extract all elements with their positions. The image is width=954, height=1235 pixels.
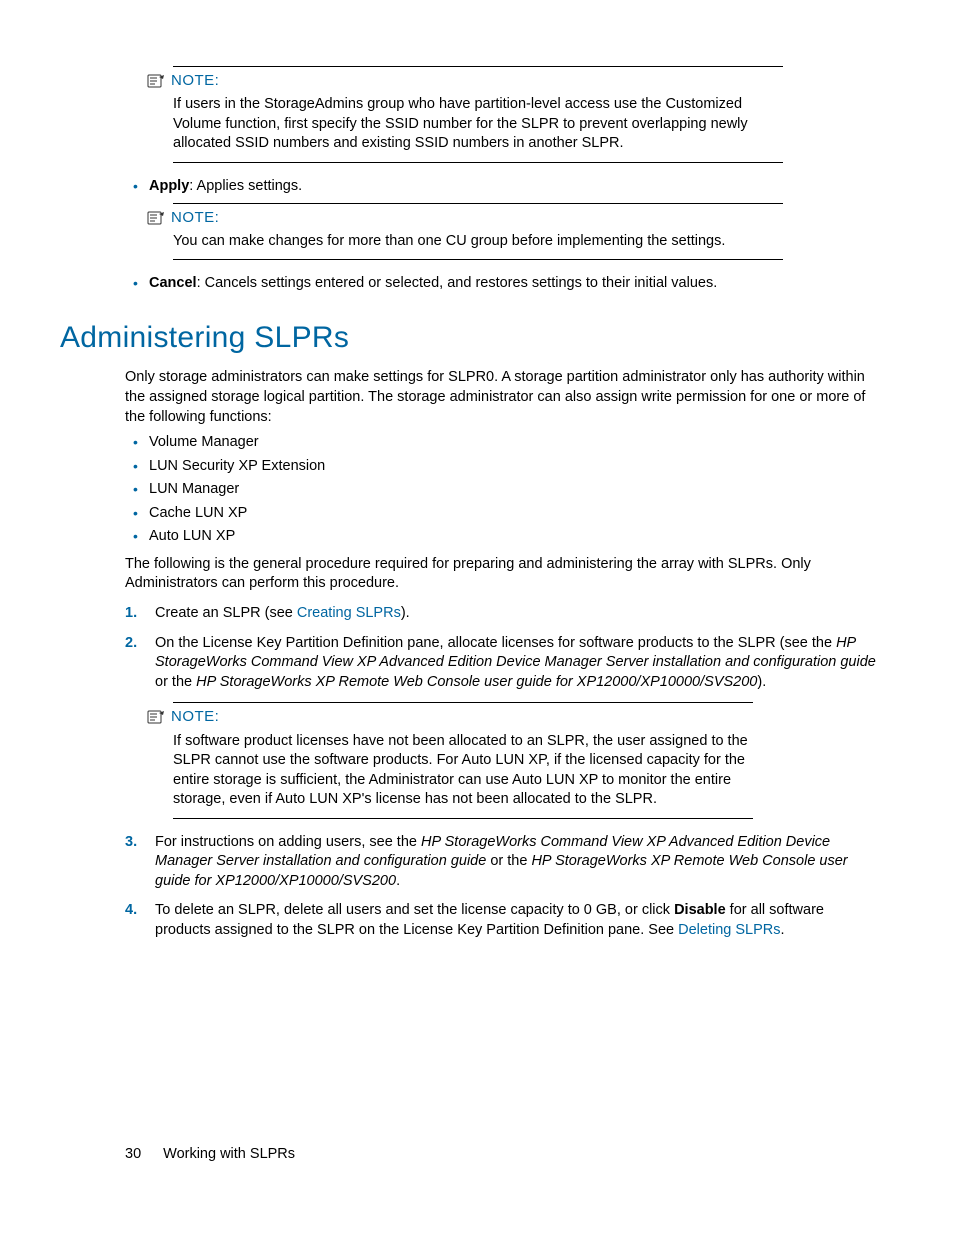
action-list-cancel: Cancel: Cancels settings entered or sele…	[125, 274, 880, 294]
step-3: For instructions on adding users, see th…	[125, 833, 880, 892]
step-text: Create an SLPR (see	[155, 605, 297, 621]
step-text: For instructions on adding users, see th…	[155, 834, 421, 850]
step-text: or the	[155, 674, 196, 690]
cancel-desc: : Cancels settings entered or selected, …	[197, 275, 718, 291]
note-label: NOTE:	[171, 208, 219, 228]
note-rule-top	[173, 66, 783, 67]
main-content: NOTE: If users in the StorageAdmins grou…	[125, 66, 880, 941]
note-label: NOTE:	[171, 71, 219, 91]
step-text: or the	[486, 853, 531, 869]
cancel-label: Cancel	[149, 275, 197, 291]
action-list-apply: Apply: Applies settings.	[125, 177, 880, 197]
apply-label: Apply	[149, 178, 189, 194]
disable-label: Disable	[674, 902, 726, 918]
document-page: NOTE: If users in the StorageAdmins grou…	[0, 0, 954, 1235]
doc-title-italic: HP StorageWorks XP Remote Web Console us…	[196, 674, 757, 690]
note-block-3: NOTE: If software product licenses have …	[173, 702, 753, 819]
note-rule-top	[173, 203, 783, 204]
step-4: To delete an SLPR, delete all users and …	[125, 901, 880, 940]
note-body-text: You can make changes for more than one C…	[173, 232, 783, 252]
step-note-wrapper: NOTE: If software product licenses have …	[155, 702, 880, 819]
procedure-steps-cont: For instructions on adding users, see th…	[125, 833, 880, 941]
step-text: ).	[757, 674, 766, 690]
list-item: LUN Manager	[125, 480, 880, 500]
apply-desc: : Applies settings.	[189, 178, 302, 194]
procedure-paragraph: The following is the general procedure r…	[125, 555, 880, 594]
note-rule-top	[173, 702, 753, 703]
note-heading: NOTE:	[147, 208, 783, 228]
step-2: On the License Key Partition Definition …	[125, 634, 880, 693]
note-rule-bottom	[173, 818, 753, 819]
step-text: ).	[401, 605, 410, 621]
note-body-text: If software product licenses have not be…	[173, 732, 753, 810]
step-1: Create an SLPR (see Creating SLPRs).	[125, 604, 880, 624]
note-rule-bottom	[173, 259, 783, 260]
note-icon	[147, 211, 165, 225]
intro-paragraph: Only storage administrators can make set…	[125, 368, 880, 427]
link-deleting-slprs[interactable]: Deleting SLPRs	[678, 922, 780, 938]
note-body-text: If users in the StorageAdmins group who …	[173, 95, 783, 154]
note-heading: NOTE:	[147, 71, 783, 91]
note-icon	[147, 710, 165, 724]
list-item: LUN Security XP Extension	[125, 457, 880, 477]
note-block-2: NOTE: You can make changes for more than…	[173, 203, 783, 261]
page-footer: 30 Working with SLPRs	[125, 1145, 295, 1165]
note-block-1: NOTE: If users in the StorageAdmins grou…	[173, 66, 783, 163]
step-text: On the License Key Partition Definition …	[155, 635, 836, 651]
step-text: .	[781, 922, 785, 938]
heading-administering-slprs: Administering SLPRs	[60, 318, 880, 359]
procedure-steps: Create an SLPR (see Creating SLPRs). On …	[125, 604, 880, 692]
note-label: NOTE:	[171, 707, 219, 727]
list-item: Volume Manager	[125, 433, 880, 453]
step-text: .	[396, 873, 400, 889]
list-item: Cache LUN XP	[125, 504, 880, 524]
note-icon	[147, 74, 165, 88]
cancel-item: Cancel: Cancels settings entered or sele…	[125, 274, 880, 294]
list-item: Auto LUN XP	[125, 527, 880, 547]
step-text: To delete an SLPR, delete all users and …	[155, 902, 674, 918]
functions-list: Volume Manager LUN Security XP Extension…	[125, 433, 880, 547]
note-rule-bottom	[173, 162, 783, 163]
note-heading: NOTE:	[147, 707, 753, 727]
apply-item: Apply: Applies settings.	[125, 177, 880, 197]
link-creating-slprs[interactable]: Creating SLPRs	[297, 605, 401, 621]
footer-section: Working with SLPRs	[163, 1145, 295, 1165]
page-number: 30	[125, 1145, 141, 1165]
